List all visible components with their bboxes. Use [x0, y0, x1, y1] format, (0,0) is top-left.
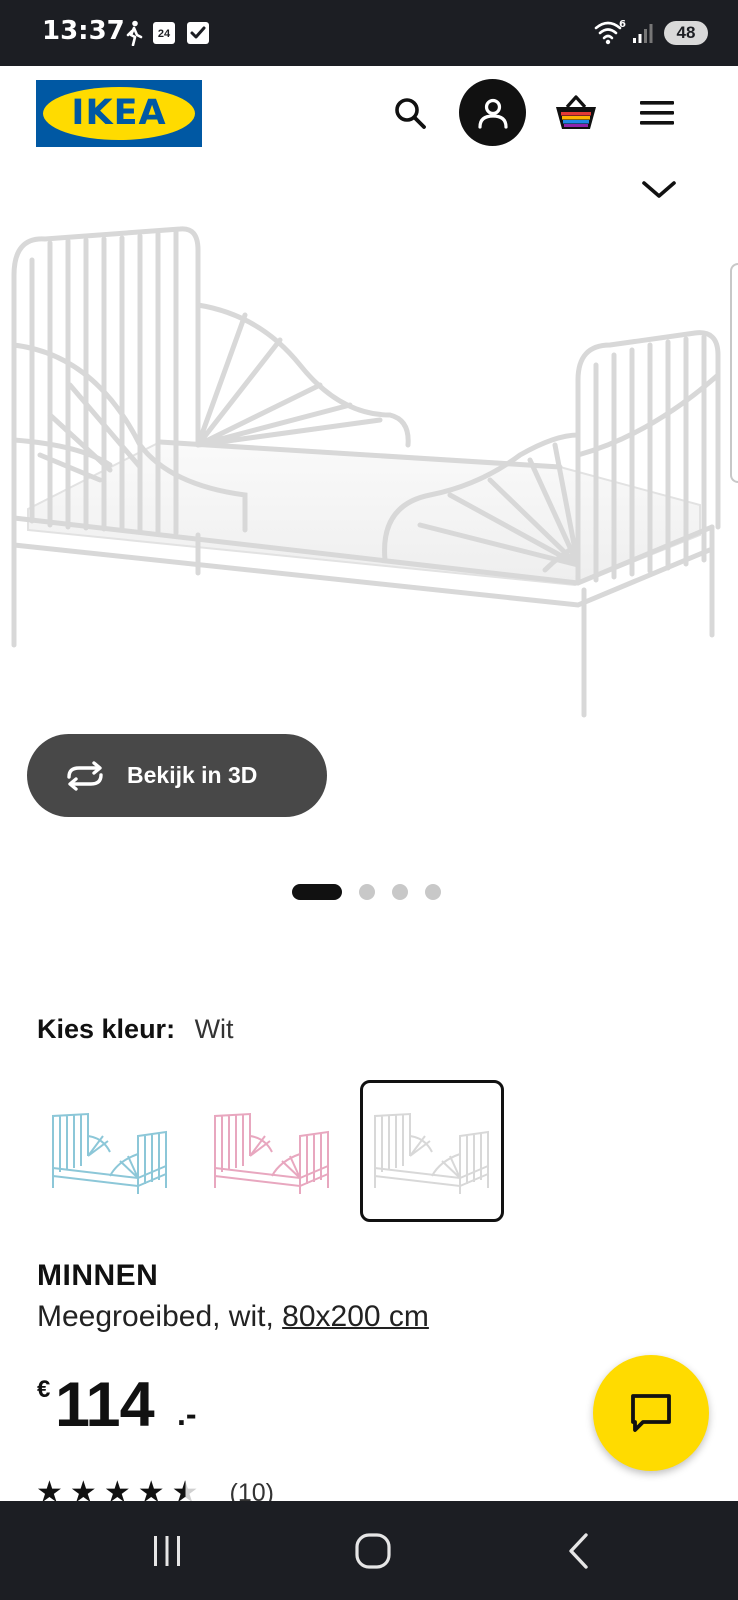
- walking-icon: [126, 20, 143, 46]
- status-time: 13:37: [42, 16, 125, 46]
- signal-icon: [633, 24, 653, 43]
- wifi-icon: 6: [594, 19, 626, 45]
- home-button[interactable]: [318, 1501, 428, 1600]
- color-picker-heading: Kies kleur: Wit: [37, 1014, 234, 1045]
- bed-illustration: [11, 226, 721, 718]
- battery-indicator: 48: [664, 21, 708, 45]
- network-badge: 6: [619, 19, 626, 30]
- account-button[interactable]: [459, 79, 526, 146]
- calendar-date: 24: [157, 28, 171, 40]
- bed-thumbnail-white: [374, 1112, 489, 1194]
- user-icon: [477, 98, 508, 129]
- carousel-dot-2[interactable]: [359, 884, 375, 900]
- view-in-3d-label: Bekijk in 3D: [127, 762, 258, 788]
- hamburger-menu-icon: [640, 101, 674, 125]
- rotate-3d-icon: [67, 760, 103, 791]
- product-size-link[interactable]: 80x200 cm: [282, 1300, 429, 1333]
- search-button[interactable]: [385, 88, 435, 138]
- back-icon: [569, 1532, 588, 1569]
- shopping-basket-icon: [556, 95, 596, 129]
- search-icon: [395, 98, 426, 129]
- price-value: 114: [55, 1370, 155, 1440]
- carousel-dot-1[interactable]: [292, 884, 342, 900]
- ikea-logo[interactable]: IKEA ®: [36, 80, 202, 147]
- recent-apps-button[interactable]: [112, 1501, 222, 1600]
- bed-thumbnail-pink: [214, 1112, 329, 1194]
- recent-apps-icon: [154, 1535, 180, 1566]
- price-currency: €: [37, 1376, 51, 1403]
- system-nav-bar: [0, 1501, 738, 1600]
- product-image[interactable]: [0, 205, 738, 750]
- bed-thumbnail-blue: [52, 1112, 167, 1194]
- color-swatch-white[interactable]: [360, 1080, 504, 1222]
- product-name: MINNEN: [37, 1259, 159, 1292]
- product-description-text: Meegroeibed, wit,: [37, 1300, 283, 1333]
- menu-button[interactable]: [632, 88, 682, 138]
- color-value: Wit: [194, 1014, 234, 1044]
- chat-button[interactable]: [593, 1355, 709, 1471]
- logo-text: IKEA: [71, 93, 167, 133]
- check-notification-icon: [187, 22, 209, 44]
- carousel-dot-4[interactable]: [425, 884, 441, 900]
- color-swatch-blue[interactable]: [38, 1080, 182, 1222]
- cart-button[interactable]: [548, 86, 604, 140]
- site-header: IKEA ®: [0, 66, 738, 166]
- carousel-dot-3[interactable]: [392, 884, 408, 900]
- calendar-icon: 24: [153, 22, 175, 44]
- back-button[interactable]: [524, 1501, 634, 1600]
- logo-registered-mark: ®: [184, 94, 190, 103]
- home-icon: [355, 1532, 391, 1569]
- product-description: Meegroeibed, wit, 80x200 cm: [37, 1300, 429, 1334]
- view-in-3d-button[interactable]: Bekijk in 3D: [27, 734, 327, 817]
- status-bar: 13:37 24 6 48: [0, 0, 738, 66]
- chat-bubble-icon: [631, 1394, 671, 1432]
- color-label: Kies kleur:: [37, 1014, 176, 1044]
- chevron-down-icon[interactable]: [640, 178, 678, 202]
- price-suffix: .-: [177, 1396, 197, 1432]
- carousel-indicator: [292, 884, 458, 900]
- color-swatch-pink[interactable]: [200, 1080, 344, 1222]
